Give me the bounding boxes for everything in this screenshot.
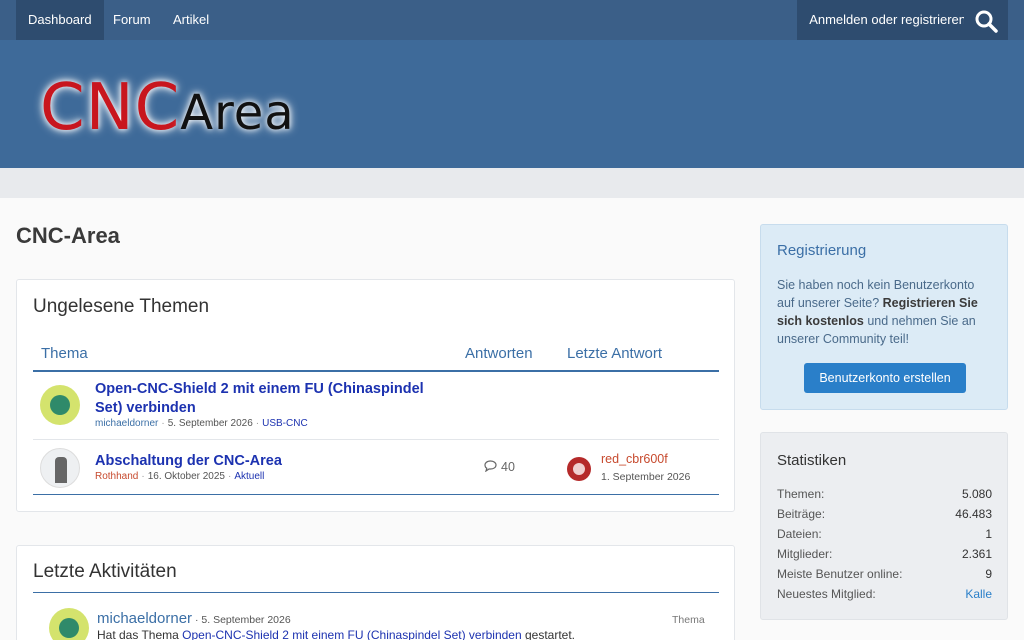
breadcrumb-bar xyxy=(0,168,1024,198)
topic-date: 16. Oktober 2025 xyxy=(147,471,225,482)
reply-count: 40 xyxy=(484,460,515,474)
stat-row: Mitglieder: 2.361 xyxy=(777,547,992,561)
topic-tag-link[interactable]: USB-CNC xyxy=(262,418,308,429)
topic-date: 5. September 2026 xyxy=(167,418,253,429)
activity-user-link[interactable]: michaeldorner xyxy=(97,610,192,627)
row-divider xyxy=(33,439,719,440)
last-reply-date: 1. September 2026 xyxy=(601,471,691,483)
create-account-button[interactable]: Benutzerkonto erstellen xyxy=(804,363,966,393)
stat-row: Meiste Benutzer online: 9 xyxy=(777,567,992,581)
activity-user: michaeldorner · 5. September 2026 xyxy=(97,610,291,627)
avatar[interactable] xyxy=(567,457,591,481)
stat-row: Neuestes Mitglied: Kalle xyxy=(777,587,992,601)
last-reply-user-link[interactable]: red_cbr600f xyxy=(601,452,668,466)
stat-row: Dateien: 1 xyxy=(777,527,992,541)
comment-icon xyxy=(484,460,497,473)
search-icon xyxy=(975,10,998,33)
avatar[interactable] xyxy=(40,385,80,425)
avatar[interactable] xyxy=(49,608,89,640)
newest-member-link[interactable]: Kalle xyxy=(965,587,992,601)
activity-text: Hat das Thema Open-CNC-Shield 2 mit eine… xyxy=(97,628,576,640)
topic-tag-link[interactable]: Aktuell xyxy=(234,471,264,482)
stat-row: Themen: 5.080 xyxy=(777,487,992,501)
site-logo[interactable]: CNCArea xyxy=(40,68,295,148)
topic-meta: Rothhand · 16. Oktober 2025 · Aktuell xyxy=(95,471,265,482)
topic-meta: michaeldorner · 5. September 2026 · USB-CNC xyxy=(95,418,308,429)
site-header: CNCArea xyxy=(0,40,1024,168)
statistics-title: Statistiken xyxy=(777,452,847,469)
login-register-link[interactable]: Anmelden oder registrieren xyxy=(797,0,978,40)
column-header-topic[interactable]: Thema xyxy=(41,345,88,362)
activity-date: 5. September 2026 xyxy=(201,614,291,626)
topic-title-link[interactable]: Abschaltung der CNC-Area xyxy=(95,452,282,471)
search-button[interactable] xyxy=(964,0,1008,40)
registration-title: Registrierung xyxy=(777,242,867,259)
table-bottom-divider xyxy=(33,494,719,495)
activity-topic-link[interactable]: Open-CNC-Shield 2 mit einem FU (Chinaspi… xyxy=(182,628,521,640)
column-header-replies[interactable]: Antworten xyxy=(465,345,533,362)
table-header-divider xyxy=(33,370,719,372)
topic-title-link[interactable]: Open-CNC-Shield 2 mit einem FU (Chinaspi… xyxy=(95,380,435,418)
recent-activity-title: Letzte Aktivitäten xyxy=(33,561,177,582)
activity-divider xyxy=(33,592,719,593)
registration-box: Registrierung Sie haben noch kein Benutz… xyxy=(760,224,1008,410)
topic-author-link[interactable]: Rothhand xyxy=(95,471,138,482)
logo-cnc-text: CNC xyxy=(40,71,181,145)
nav-forum[interactable]: Forum xyxy=(101,0,163,40)
top-navigation: Dashboard Forum Artikel Anmelden oder re… xyxy=(0,0,1024,40)
column-header-last-reply[interactable]: Letzte Antwort xyxy=(567,345,662,362)
nav-dashboard[interactable]: Dashboard xyxy=(16,0,104,40)
unread-topics-title: Ungelesene Themen xyxy=(33,296,210,317)
page-title: CNC-Area xyxy=(16,223,120,248)
statistics-box: Statistiken Themen: 5.080 Beiträge: 46.483… xyxy=(760,432,1008,620)
topic-author-link[interactable]: michaeldorner xyxy=(95,418,158,429)
stat-row: Beiträge: 46.483 xyxy=(777,507,992,521)
logo-area-text: Area xyxy=(180,85,295,141)
nav-artikel[interactable]: Artikel xyxy=(161,0,221,40)
registration-text: Sie haben noch kein Benutzerkonto auf un… xyxy=(777,278,978,346)
avatar[interactable] xyxy=(40,448,80,488)
activity-type: Thema xyxy=(672,614,705,626)
